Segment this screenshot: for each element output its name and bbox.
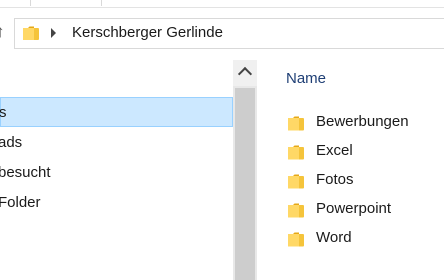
nav-item-label: besucht — [0, 164, 51, 181]
up-arrow-icon[interactable]: ↑ — [0, 22, 10, 42]
nav-item[interactable]: Folder — [0, 188, 233, 218]
ribbon-tab-edge — [30, 0, 102, 6]
list-item[interactable]: Excel — [257, 138, 444, 166]
address-bar[interactable]: Kerschberger Gerlinde — [14, 18, 444, 49]
file-list-pane: Name Bewerbungen Excel Fotos Powerpoint … — [257, 60, 444, 280]
file-explorer-window: ↑ Kerschberger Gerlinde s ads besucht Fo… — [0, 0, 444, 280]
file-name: Excel — [316, 142, 353, 159]
file-name: Bewerbungen — [316, 113, 409, 130]
folder-icon — [287, 201, 305, 219]
folder-icon — [287, 114, 305, 132]
breadcrumb-chevron-icon[interactable] — [51, 28, 56, 38]
nav-item[interactable]: ads — [0, 128, 233, 158]
list-item[interactable]: Fotos — [257, 167, 444, 195]
list-item[interactable]: Powerpoint — [257, 196, 444, 224]
ribbon-edge — [0, 0, 444, 8]
nav-item-label: s — [0, 104, 7, 121]
nav-scrollbar[interactable] — [233, 60, 257, 280]
address-row: ↑ Kerschberger Gerlinde — [0, 8, 444, 56]
name-column-header[interactable]: Name — [286, 70, 326, 87]
file-name: Word — [316, 229, 352, 246]
list-item[interactable]: Word — [257, 225, 444, 253]
nav-item-label: ads — [0, 134, 23, 151]
breadcrumb-current[interactable]: Kerschberger Gerlinde — [72, 24, 223, 41]
file-name: Fotos — [316, 171, 354, 188]
scroll-thumb[interactable] — [235, 88, 255, 280]
nav-item[interactable]: besucht — [0, 158, 233, 188]
navigation-pane: s ads besucht Folder — [0, 60, 233, 280]
folder-icon — [287, 143, 305, 161]
folder-icon — [22, 25, 40, 41]
folder-icon — [287, 230, 305, 248]
list-item[interactable]: Bewerbungen — [257, 109, 444, 137]
chevron-up-icon — [237, 66, 253, 82]
folder-icon — [287, 172, 305, 190]
scroll-up-button[interactable] — [233, 60, 257, 86]
nav-item-label: Folder — [0, 194, 41, 211]
file-name: Powerpoint — [316, 200, 392, 217]
nav-item[interactable]: s — [0, 97, 233, 127]
